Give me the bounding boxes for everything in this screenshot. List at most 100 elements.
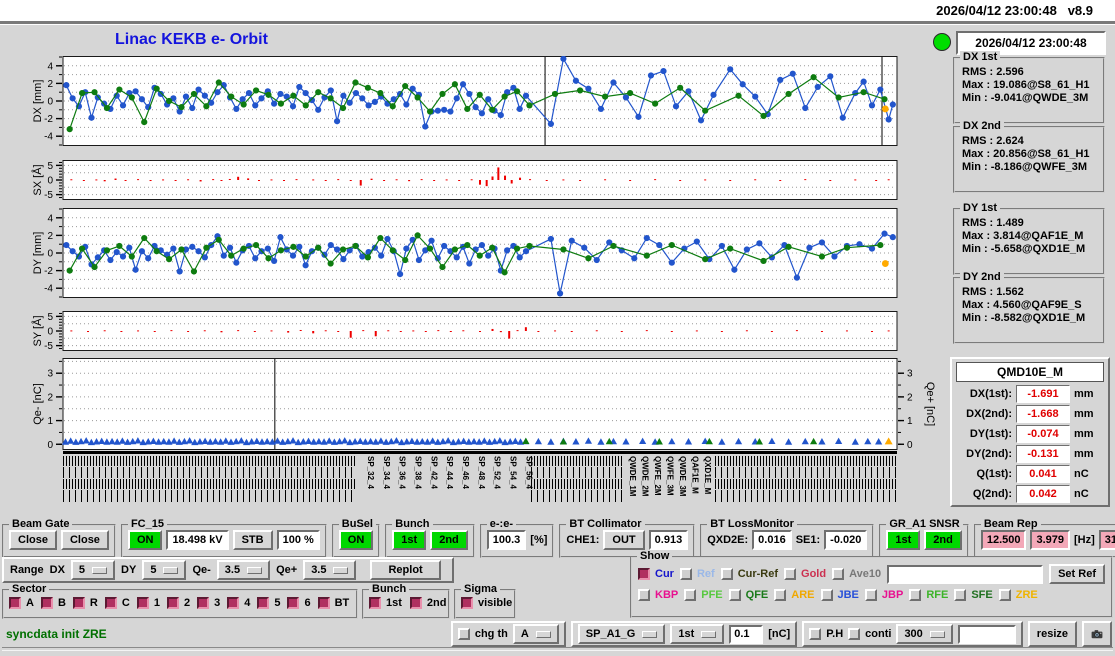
conti-checkbox[interactable] [848,628,861,640]
group-label: Show [637,550,673,562]
max-value: Max : 20.856@S8_61_H1 [962,148,1090,160]
fc15-stb-button[interactable]: STB [232,530,273,550]
dropdown-indicator-icon [929,630,945,638]
bunch-checkbox-1st[interactable]: 1st [369,597,402,609]
range-dx-dropdown[interactable]: 5 [70,560,116,580]
show-toggle-RFE[interactable]: RFE [909,589,948,601]
bpm-axis-label: QWFE_3M [665,456,675,496]
beam-gate-close-button-1[interactable]: Close [9,530,57,550]
sector-checkbox-3[interactable]: 3 [197,597,220,609]
sector-checkbox-6[interactable]: 6 [287,597,311,609]
rms-value: RMS : 2.596 [962,66,1024,78]
show-toggle-Cur-Ref[interactable]: Cur-Ref [720,568,778,580]
sp-bunch-dropdown[interactable]: 1st [670,624,725,644]
show-toggle-ZRE[interactable]: ZRE [998,589,1038,601]
checkbox-icon [684,589,697,601]
checkbox-label: 2 [183,597,191,609]
chg-th-panel: chg th A [450,621,566,647]
ph-checkbox[interactable] [809,628,822,640]
dense-label-smear [531,456,623,466]
se1-readout: -0.020 [824,530,868,550]
bunch-checkbox-2nd[interactable]: 2nd [409,597,446,609]
camera-icon [1091,630,1103,639]
dropdown-indicator-icon [247,566,263,574]
monitor-row-value: 0.042 [1016,485,1070,503]
replot-button[interactable]: Replot [370,560,441,580]
show-toggle-JBP[interactable]: JBP [864,589,904,601]
screenshot-camera-button[interactable] [1082,621,1112,647]
range-dy-dropdown[interactable]: 5 [142,560,187,580]
show-toggle-KBP[interactable]: KBP [638,589,678,601]
tick-leader-lines [63,490,355,502]
beam-gate-close-button-2[interactable]: Close [60,530,109,550]
set-ref-button[interactable]: Set Ref [1049,564,1105,584]
busel-on-button[interactable]: ON [338,530,374,550]
range-qem-dropdown[interactable]: 3.5 [216,560,271,580]
show-toggle-Ref[interactable]: Ref [679,568,715,580]
sigma-visible-checkbox[interactable]: visible [461,597,512,609]
bunch-1st-button[interactable]: 1st [392,530,427,550]
show-toggle-JBE[interactable]: JBE [820,589,859,601]
checkbox-label: JBP [881,589,904,601]
checkbox-label: KBP [655,589,679,601]
range-qep-dropdown[interactable]: 3.5 [303,560,357,580]
sector-checkbox-2[interactable]: 2 [166,597,191,609]
svg-text:DX [mm]: DX [mm] [32,80,44,123]
bpm-name: QMD10E_M [956,362,1104,382]
gr-a1-2nd-button[interactable]: 2nd [924,530,962,550]
checkbox-icon [832,568,845,580]
chg-th-checkbox[interactable] [457,628,470,640]
sector-checkbox-C[interactable]: C [104,597,130,609]
show-toggle-Cur[interactable]: Cur [638,568,674,580]
sector-checkbox-4[interactable]: 4 [227,597,250,609]
svg-text:-2: -2 [44,266,53,277]
sp-select-panel: SP_A1_G 1st [nC] [570,621,798,647]
rms-value: RMS : 2.624 [962,135,1024,147]
dropdown-indicator-icon [535,630,551,638]
free-input[interactable] [957,624,1016,644]
checkbox-icon [72,597,85,609]
monitor-row-unit: mm [1074,428,1094,440]
monitor-row: DY(2nd): -0.131 mm [956,445,1104,463]
sector-checkbox-B[interactable]: B [40,597,66,609]
min-value: Min : -8.582@QXD1E_M [962,312,1086,324]
sp-monitor-dropdown[interactable]: SP_A1_G [577,624,666,644]
fc15-on-button[interactable]: ON [127,530,163,550]
sector-checkbox-BT[interactable]: BT [317,597,349,609]
dropdown-indicator-icon [333,566,349,574]
svg-text:Qe- [nC]: Qe- [nC] [32,383,44,425]
sector-checkbox-5[interactable]: 5 [257,597,280,609]
svg-text:-5: -5 [44,341,53,351]
set-ref-input[interactable] [887,564,1044,584]
show-toggle-Gold[interactable]: Gold [784,568,826,580]
show-toggle-QFE[interactable]: QFE [728,589,768,601]
dropdown-indicator-icon [163,566,179,574]
show-toggle-Ave10[interactable]: Ave10 [832,568,881,580]
checkbox-icon [227,597,240,609]
sector-checkbox-A[interactable]: A [9,597,34,609]
tick-leader-lines [715,490,897,502]
resize-button[interactable]: resize [1027,621,1077,647]
threshold-input[interactable] [729,624,764,644]
gr-a1-1st-button[interactable]: 1st [886,530,921,550]
checkbox-icon [638,568,650,580]
show-toggle-PFE[interactable]: PFE [684,589,723,601]
threshold-unit: [nC] [768,628,791,640]
che1-out-button[interactable]: OUT [603,530,645,550]
chg-th-dropdown[interactable]: A [512,624,559,644]
show-toggle-SFE[interactable]: SFE [954,589,993,601]
show-toggle-ARE[interactable]: ARE [774,589,815,601]
monitor-row-unit: mm [1074,448,1094,460]
bpm-axis-label: QWDE_2M [640,456,650,497]
svg-text:0: 0 [47,176,53,187]
range-qep-label: Qe+ [276,564,298,576]
bpm-axis-label: SP_54_4 [508,456,518,489]
busel-group: BuSel ON [331,518,381,558]
monitor-row-label: DX(1st): [969,388,1012,400]
count-dropdown[interactable]: 300 [896,624,953,644]
group-label: Sigma [461,583,501,595]
sector-checkbox-R[interactable]: R [72,597,98,609]
sector-checkbox-1[interactable]: 1 [136,597,160,609]
dy-1st-stats: DY 1st RMS : 1.489 Max : 3.814@QAF1E_M M… [953,202,1105,275]
bunch-2nd-button[interactable]: 2nd [430,530,468,550]
